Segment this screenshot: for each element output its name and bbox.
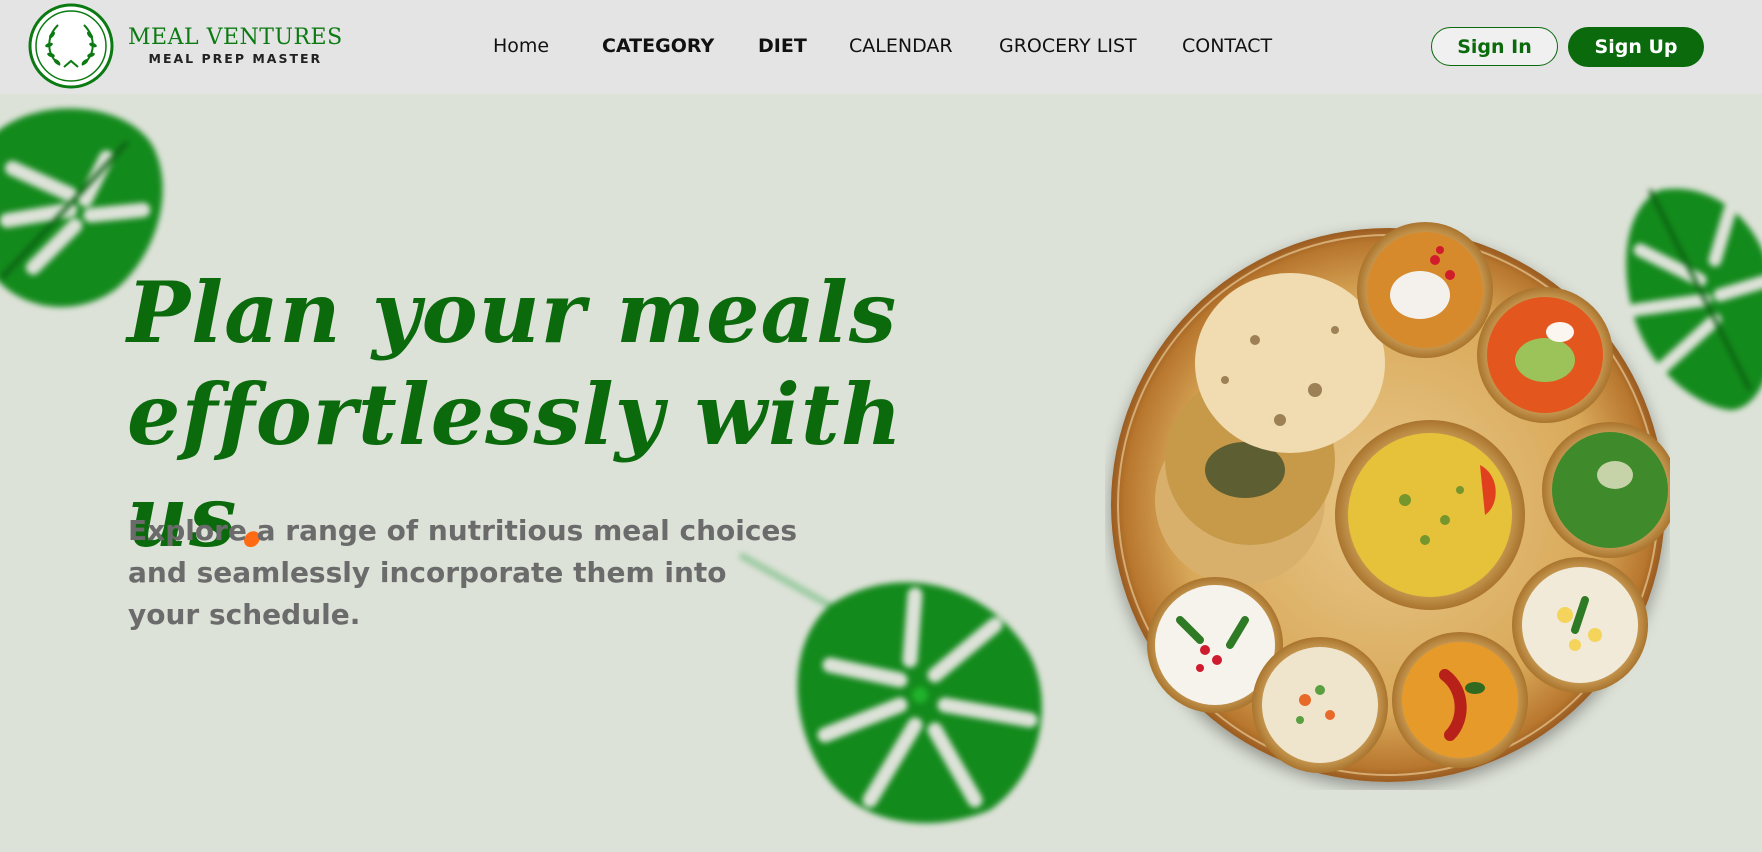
sign-in-button[interactable]: Sign In: [1431, 27, 1558, 66]
nav-item-diet[interactable]: DIET: [758, 34, 807, 58]
sign-up-button[interactable]: Sign Up: [1568, 27, 1704, 67]
site-header: MEAL VENTURES MEAL PREP MASTER Home CATE…: [0, 0, 1762, 94]
nav-item-home[interactable]: Home: [493, 34, 549, 58]
hero-title-line1: Plan your meals: [127, 263, 898, 362]
landing-page: MEAL VENTURES MEAL PREP MASTER Home CATE…: [0, 0, 1762, 852]
nav-item-calendar[interactable]: CALENDAR: [849, 34, 953, 58]
nav-item-contact[interactable]: CONTACT: [1182, 34, 1272, 58]
hero-food-image: [1111, 222, 1670, 782]
nav-item-grocery-list[interactable]: GROCERY LIST: [999, 34, 1137, 58]
hero-description: Explore a range of nutritious meal choic…: [128, 514, 798, 631]
nav-item-category[interactable]: CATEGORY: [602, 34, 714, 58]
